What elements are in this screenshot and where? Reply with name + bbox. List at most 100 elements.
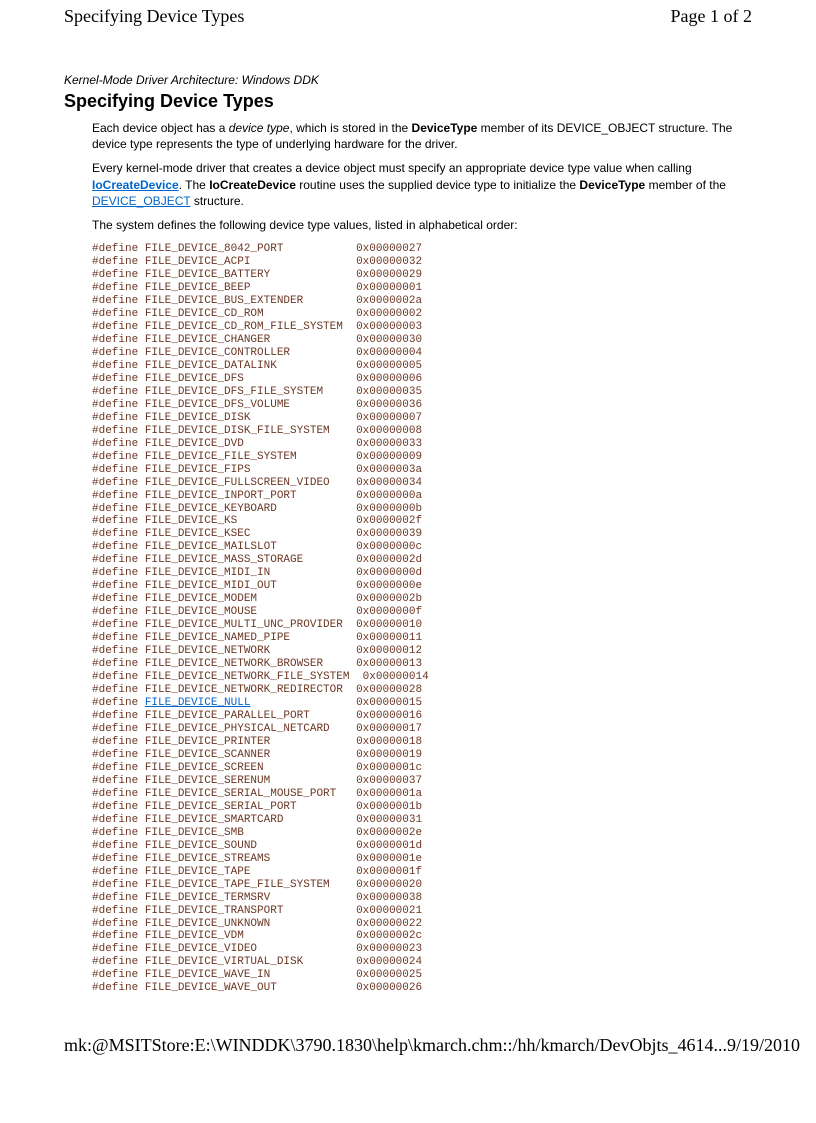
p2-text-pre: Every kernel-mode driver that creates a … — [92, 161, 692, 175]
define-value: 0x0000000c — [356, 541, 422, 553]
p1-text-pre: Each device object has a — [92, 121, 229, 135]
define-name: FILE_DEVICE_CD_ROM — [145, 308, 264, 320]
define-name: FILE_DEVICE_NETWORK_BROWSER — [145, 658, 323, 670]
define-value: 0x00000030 — [356, 334, 422, 346]
define-name: FILE_DEVICE_INPORT_PORT — [145, 490, 297, 502]
define-name: FILE_DEVICE_SERENUM — [145, 775, 270, 787]
define-name: FILE_DEVICE_KSEC — [145, 528, 251, 540]
define-value: 0x00000001 — [356, 282, 422, 294]
define-name: FILE_DEVICE_DFS_VOLUME — [145, 399, 290, 411]
define-name: FILE_DEVICE_SCANNER — [145, 749, 270, 761]
define-name: FILE_DEVICE_MULTI_UNC_PROVIDER — [145, 619, 343, 631]
p2-text-post2: structure. — [190, 194, 243, 208]
define-value: 0x00000035 — [356, 386, 422, 398]
define-value: 0x0000001f — [356, 866, 422, 878]
define-value: 0x00000029 — [356, 269, 422, 281]
define-value: 0x00000005 — [356, 360, 422, 372]
define-value: 0x0000003a — [356, 464, 422, 476]
p2-text-mid2: routine uses the supplied device type to… — [296, 178, 580, 192]
define-value: 0x00000017 — [356, 723, 422, 735]
define-value: 0x00000036 — [356, 399, 422, 411]
p2-text-mid1: . The — [179, 178, 209, 192]
p2-text-post1: member of the — [645, 178, 726, 192]
define-value: 0x00000015 — [356, 697, 422, 709]
define-value: 0x0000001d — [356, 840, 422, 852]
define-value: 0x00000033 — [356, 438, 422, 450]
define-name: FILE_DEVICE_VIDEO — [145, 943, 257, 955]
define-value: 0x0000001c — [356, 762, 422, 774]
define-value: 0x00000026 — [356, 982, 422, 994]
define-value: 0x00000006 — [356, 373, 422, 385]
define-name: FILE_DEVICE_KS — [145, 515, 237, 527]
define-name: FILE_DEVICE_DISK_FILE_SYSTEM — [145, 425, 330, 437]
intro-paragraph-2: Every kernel-mode driver that creates a … — [92, 160, 752, 209]
page-title: Specifying Device Types — [64, 91, 752, 112]
define-value: 0x0000000d — [356, 567, 422, 579]
define-value: 0x0000002d — [356, 554, 422, 566]
define-value: 0x00000019 — [356, 749, 422, 761]
device-object-link[interactable]: DEVICE_OBJECT — [92, 194, 190, 208]
define-value: 0x00000010 — [356, 619, 422, 631]
define-value: 0x00000022 — [356, 918, 422, 930]
p2-devicetype-bold: DeviceType — [579, 178, 645, 192]
define-value: 0x0000000f — [356, 606, 422, 618]
define-name: FILE_DEVICE_VDM — [145, 930, 244, 942]
define-value: 0x00000011 — [356, 632, 422, 644]
define-value: 0x00000031 — [356, 814, 422, 826]
define-value: 0x0000001e — [356, 853, 422, 865]
define-name: FILE_DEVICE_WAVE_IN — [145, 969, 270, 981]
define-name: FILE_DEVICE_SERIAL_PORT — [145, 801, 297, 813]
define-value: 0x00000021 — [356, 905, 422, 917]
define-value: 0x0000002a — [356, 295, 422, 307]
define-name: FILE_DEVICE_MASS_STORAGE — [145, 554, 303, 566]
define-name: FILE_DEVICE_BATTERY — [145, 269, 270, 281]
define-name: FILE_DEVICE_FILE_SYSTEM — [145, 451, 297, 463]
define-name: FILE_DEVICE_8042_PORT — [145, 243, 284, 255]
define-value: 0x00000039 — [356, 528, 422, 540]
define-name: FILE_DEVICE_NETWORK_FILE_SYSTEM — [145, 671, 350, 683]
define-name: FILE_DEVICE_DVD — [145, 438, 244, 450]
iocreatedevice-link[interactable]: IoCreateDevice — [92, 178, 179, 192]
define-name: FILE_DEVICE_UNKNOWN — [145, 918, 270, 930]
define-name: FILE_DEVICE_SMB — [145, 827, 244, 839]
define-name: FILE_DEVICE_DISK — [145, 412, 251, 424]
define-name-link[interactable]: FILE_DEVICE_NULL — [145, 697, 251, 709]
define-name: FILE_DEVICE_PHYSICAL_NETCARD — [145, 723, 330, 735]
footer-date: 9/19/2010 — [727, 1035, 800, 1056]
define-name: FILE_DEVICE_MOUSE — [145, 606, 257, 618]
define-name: FILE_DEVICE_VIRTUAL_DISK — [145, 956, 303, 968]
define-value: 0x00000032 — [356, 256, 422, 268]
define-name: FILE_DEVICE_SCREEN — [145, 762, 264, 774]
define-name: FILE_DEVICE_BUS_EXTENDER — [145, 295, 303, 307]
define-name: FILE_DEVICE_FULLSCREEN_VIDEO — [145, 477, 330, 489]
define-value: 0x00000013 — [356, 658, 422, 670]
define-name: FILE_DEVICE_SMARTCARD — [145, 814, 284, 826]
define-value: 0x00000014 — [363, 671, 429, 683]
define-value: 0x00000004 — [356, 347, 422, 359]
define-name: FILE_DEVICE_CD_ROM_FILE_SYSTEM — [145, 321, 343, 333]
define-name: FILE_DEVICE_NETWORK — [145, 645, 270, 657]
define-name: FILE_DEVICE_MIDI_IN — [145, 567, 270, 579]
define-value: 0x0000000e — [356, 580, 422, 592]
define-name: FILE_DEVICE_SOUND — [145, 840, 257, 852]
p1-device-type: device type — [229, 121, 290, 135]
define-value: 0x00000034 — [356, 477, 422, 489]
define-name: FILE_DEVICE_TRANSPORT — [145, 905, 284, 917]
define-value: 0x0000002b — [356, 593, 422, 605]
define-name: FILE_DEVICE_CONTROLLER — [145, 347, 290, 359]
define-value: 0x00000027 — [356, 243, 422, 255]
define-name: FILE_DEVICE_PARALLEL_PORT — [145, 710, 310, 722]
define-value: 0x00000025 — [356, 969, 422, 981]
define-name: FILE_DEVICE_KEYBOARD — [145, 503, 277, 515]
define-list: #define FILE_DEVICE_8042_PORT 0x00000027… — [92, 243, 752, 995]
define-name: FILE_DEVICE_DATALINK — [145, 360, 277, 372]
define-value: 0x00000037 — [356, 775, 422, 787]
define-value: 0x0000001b — [356, 801, 422, 813]
define-name: FILE_DEVICE_WAVE_OUT — [145, 982, 277, 994]
define-name: FILE_DEVICE_MODEM — [145, 593, 257, 605]
define-name: FILE_DEVICE_DFS — [145, 373, 244, 385]
define-name: FILE_DEVICE_NAMED_PIPE — [145, 632, 290, 644]
section-label: Kernel-Mode Driver Architecture: Windows… — [64, 73, 752, 87]
define-value: 0x00000009 — [356, 451, 422, 463]
define-value: 0x00000020 — [356, 879, 422, 891]
